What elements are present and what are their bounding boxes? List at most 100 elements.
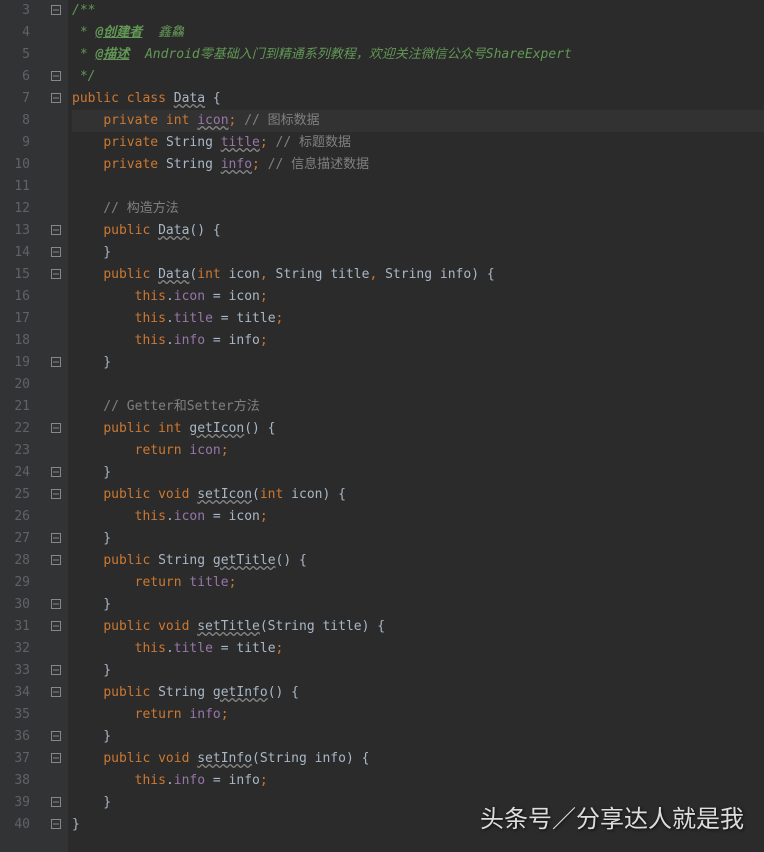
code-token: String [166,135,221,150]
code-token: public void [103,487,197,502]
code-token: public class [72,91,174,106]
fold-open-icon[interactable] [50,423,62,435]
fold-open-icon[interactable] [50,621,62,633]
code-token: } [72,597,111,612]
code-token: , [260,267,276,282]
code-token: ; [221,707,229,722]
code-area[interactable]: /** * @创建者 鑫鱻 * @描述 Android零基础入门到精通系列教程，… [68,0,764,852]
line-number: 37 [0,748,30,770]
fold-close-icon[interactable] [50,533,62,545]
code-token: . [166,311,174,326]
code-line[interactable]: } [72,242,764,264]
code-line[interactable]: public class Data { [72,88,764,110]
code-line[interactable]: } [72,594,764,616]
code-line[interactable]: * @描述 Android零基础入门到精通系列教程，欢迎关注微信公众号Share… [72,44,764,66]
fold-close-icon[interactable] [50,467,62,479]
line-number: 18 [0,330,30,352]
fold-close-icon[interactable] [50,247,62,259]
code-line[interactable]: } [72,528,764,550]
fold-open-icon[interactable] [50,489,62,501]
code-token: Data [158,223,189,238]
code-line[interactable]: public String getTitle() { [72,550,764,572]
code-token: this [135,641,166,656]
code-line[interactable]: this.info = info; [72,330,764,352]
line-number: 35 [0,704,30,726]
code-line[interactable]: public Data() { [72,220,764,242]
code-line[interactable]: public void setTitle(String title) { [72,616,764,638]
code-line[interactable]: private String title; // 标题数据 [72,132,764,154]
fold-close-icon[interactable] [50,71,62,83]
code-token: } [72,817,80,832]
code-line[interactable]: } [72,352,764,374]
line-number: 15 [0,264,30,286]
code-token [72,509,135,524]
code-token: public [103,223,158,238]
code-token [72,553,103,568]
code-line[interactable]: public void setInfo(String info) { [72,748,764,770]
code-line[interactable]: return icon; [72,440,764,462]
code-token: } [72,663,111,678]
fold-open-icon[interactable] [50,93,62,105]
fold-open-icon[interactable] [50,5,62,17]
code-line[interactable]: } [72,792,764,814]
line-number: 23 [0,440,30,462]
code-line[interactable]: } [72,726,764,748]
code-line[interactable]: */ [72,66,764,88]
fold-close-icon[interactable] [50,665,62,677]
code-line[interactable]: this.icon = icon; [72,506,764,528]
code-token: title [174,641,213,656]
code-line[interactable]: // 构造方法 [72,198,764,220]
fold-open-icon[interactable] [50,687,62,699]
code-token: info [221,157,252,172]
code-line[interactable]: this.title = title; [72,308,764,330]
fold-close-icon[interactable] [50,797,62,809]
code-token [72,751,103,766]
code-line[interactable] [72,176,764,198]
code-line[interactable]: this.title = title; [72,638,764,660]
code-token: { [205,91,221,106]
fold-open-icon[interactable] [50,753,62,765]
code-line[interactable]: private String info; // 信息描述数据 [72,154,764,176]
fold-close-icon[interactable] [50,819,62,831]
fold-open-icon[interactable] [50,555,62,567]
fold-close-icon[interactable] [50,599,62,611]
code-token: getIcon [189,421,244,436]
code-line[interactable]: public Data(int icon, String title, Stri… [72,264,764,286]
code-line[interactable] [72,374,764,396]
line-number: 21 [0,396,30,418]
code-line[interactable]: } [72,462,764,484]
code-line[interactable]: return title; [72,572,764,594]
code-token: String title [276,267,370,282]
line-number: 25 [0,484,30,506]
code-token: ; [276,311,284,326]
code-token: Data [174,91,205,106]
line-number: 5 [0,44,30,66]
code-token: } [72,795,111,810]
code-line[interactable]: * @创建者 鑫鱻 [72,22,764,44]
code-line[interactable]: public void setIcon(int icon) { [72,484,764,506]
code-line[interactable]: } [72,660,764,682]
code-editor[interactable]: 3456789101112131415161718192021222324252… [0,0,764,852]
code-line[interactable]: public int getIcon() { [72,418,764,440]
code-line[interactable]: } [72,814,764,836]
line-number: 24 [0,462,30,484]
code-token: info [174,333,205,348]
code-token: // 信息描述数据 [260,157,369,172]
code-line[interactable]: this.icon = icon; [72,286,764,308]
fold-close-icon[interactable] [50,731,62,743]
code-line[interactable]: this.info = info; [72,770,764,792]
code-line[interactable]: private int icon; // 图标数据 [72,110,764,132]
line-number: 26 [0,506,30,528]
fold-open-icon[interactable] [50,225,62,237]
fold-open-icon[interactable] [50,269,62,281]
code-line[interactable]: /** [72,0,764,22]
code-token: Android零基础入门到精通系列教程，欢迎关注微信公众号ShareExpert [129,47,572,62]
code-line[interactable]: public String getInfo() { [72,682,764,704]
code-line[interactable]: // Getter和Setter方法 [72,396,764,418]
code-line[interactable]: return info; [72,704,764,726]
fold-close-icon[interactable] [50,357,62,369]
code-token [72,333,135,348]
code-token: . [166,333,174,348]
code-token: private [103,135,166,150]
code-token [72,619,103,634]
